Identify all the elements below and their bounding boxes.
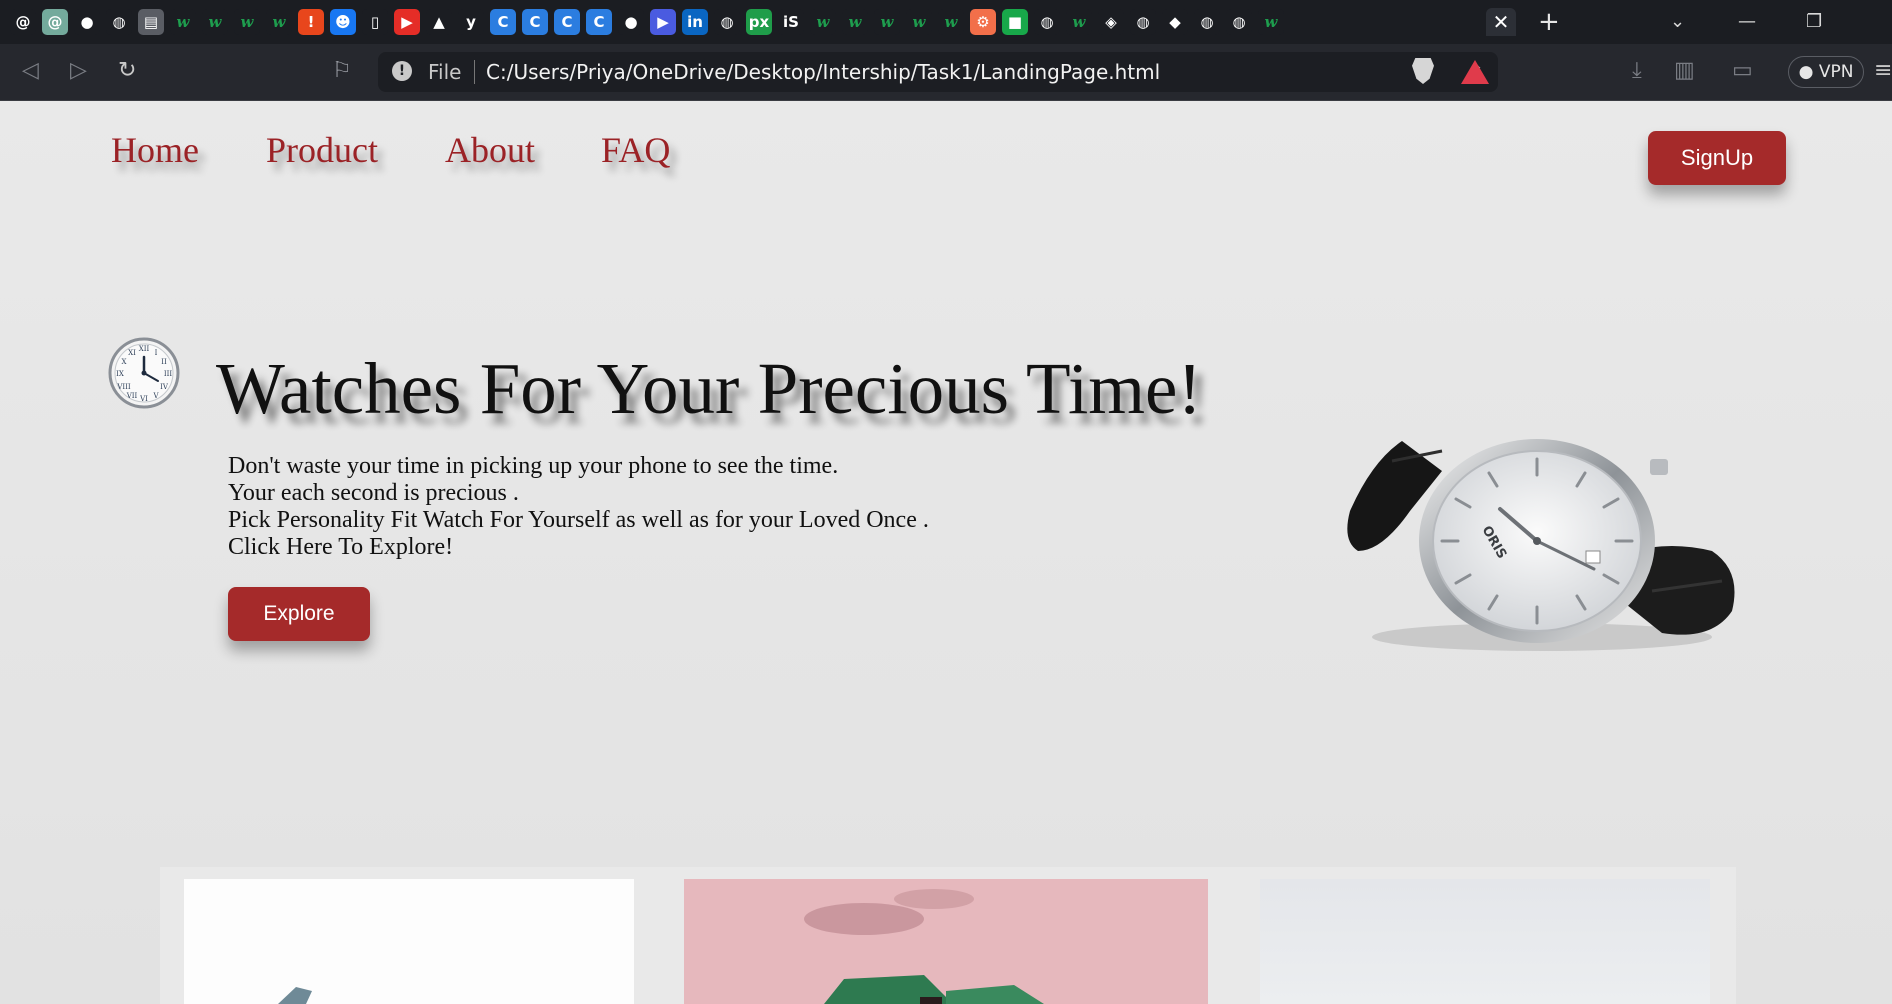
product-cards-row	[160, 867, 1736, 1004]
tab-search-chevron-icon[interactable]: ⌄	[1670, 8, 1685, 36]
download-icon[interactable]: ⤓	[1632, 58, 1642, 84]
canva-icon[interactable]: C	[490, 9, 516, 35]
address-url[interactable]: C:/Users/Priya/OneDrive/Desktop/Intershi…	[486, 60, 1160, 84]
w3schools-icon[interactable]: w	[170, 9, 196, 35]
yahoo-icon[interactable]: y	[458, 9, 484, 35]
is-icon[interactable]: iS	[778, 9, 804, 35]
w3schools-icon[interactable]: w	[1258, 9, 1284, 35]
nav-link-about[interactable]: About	[445, 129, 535, 171]
svg-text:III: III	[164, 370, 173, 378]
svg-text:X: X	[122, 358, 127, 366]
product-image-2	[804, 889, 1044, 1004]
youtube-icon[interactable]: ▶	[394, 9, 420, 35]
svg-text:II: II	[161, 358, 167, 366]
svg-text:XII: XII	[139, 345, 150, 353]
brave-rewards-icon[interactable]	[1461, 60, 1489, 84]
svg-text:VI: VI	[139, 395, 148, 403]
hero-text-line-4: Click Here To Explore!	[228, 534, 454, 560]
w3schools-icon[interactable]: w	[938, 9, 964, 35]
hero-text-line-1: Don't waste your time in picking up your…	[228, 453, 839, 479]
nav-link-faq[interactable]: FAQ	[601, 129, 670, 171]
new-tab-button[interactable]: +	[1538, 8, 1560, 36]
product-image-1	[278, 987, 312, 1004]
restore-icon[interactable]: ❐	[1806, 8, 1822, 36]
product-card-3[interactable]	[1260, 879, 1710, 1004]
linkedin-icon[interactable]: in	[682, 9, 708, 35]
clock-icon: XII III VI IX III IVV VIIVIII XXI	[108, 337, 180, 409]
svg-text:IX: IX	[116, 370, 124, 378]
w3schools-icon[interactable]: w	[874, 9, 900, 35]
minimize-icon[interactable]: —	[1738, 8, 1756, 36]
docs-icon[interactable]: ▯	[362, 9, 388, 35]
globe-icon[interactable]: ◍	[1034, 9, 1060, 35]
hero-text-line-3: Pick Personality Fit Watch For Yourself …	[228, 507, 929, 533]
signup-button[interactable]: SignUp	[1648, 131, 1786, 185]
w3schools-icon[interactable]: w	[234, 9, 260, 35]
canva-icon[interactable]: C	[522, 9, 548, 35]
wristwatch-image: ORIS	[1347, 439, 1735, 651]
video-icon[interactable]: ▶	[650, 9, 676, 35]
canva-icon[interactable]: C	[554, 9, 580, 35]
explore-button[interactable]: Explore	[228, 587, 370, 641]
wallet-icon[interactable]: ▭	[1732, 58, 1753, 84]
reload-icon[interactable]: ↻	[118, 58, 136, 84]
w3schools-icon[interactable]: w	[810, 9, 836, 35]
globe-icon[interactable]: ◍	[714, 9, 740, 35]
tab-favicon-list: @ @ ● ◍ ▤ w w w w! ☻ ▯ ▶ ▲ y C C C C ● ▶ in ◍ px iS w w w w w ⚙ ■ ◍ w ◈ ◍ ◆…	[10, 8, 1284, 36]
layers-icon[interactable]: ◈	[1098, 9, 1124, 35]
drive-icon[interactable]: ▲	[426, 9, 452, 35]
address-scheme: File	[428, 60, 462, 84]
close-tab-icon[interactable]: ✕	[1486, 8, 1516, 36]
globe-icon[interactable]: ◍	[106, 9, 132, 35]
svg-text:VIII: VIII	[116, 383, 131, 391]
page-icon[interactable]: ▤	[138, 9, 164, 35]
globe-icon[interactable]: ◍	[1226, 9, 1252, 35]
bookmark-icon[interactable]: ⚐	[332, 58, 352, 84]
green-app-icon[interactable]: ■	[1002, 9, 1028, 35]
sidebar-icon[interactable]: ▥	[1674, 58, 1695, 84]
github-icon[interactable]: ●	[618, 9, 644, 35]
hero-text-line-2: Your each second is precious .	[228, 480, 519, 506]
product-card-2[interactable]	[684, 879, 1208, 1004]
nav-link-product[interactable]: Product	[266, 129, 378, 171]
svg-text:VII: VII	[126, 392, 138, 400]
messenger-icon[interactable]: ☻	[330, 9, 356, 35]
alert-icon[interactable]: !	[298, 9, 324, 35]
openai-icon[interactable]: @	[10, 9, 36, 35]
browser-tabstrip: @ @ ● ◍ ▤ w w w w! ☻ ▯ ▶ ▲ y C C C C ● ▶ in ◍ px iS w w w w w ⚙ ■ ◍ w ◈ ◍ ◆…	[0, 0, 1892, 44]
back-icon[interactable]: ◁	[22, 58, 39, 84]
hero-title: Watches For Your Precious Time!	[216, 348, 1202, 429]
w3schools-icon[interactable]: w	[842, 9, 868, 35]
hubspot-icon[interactable]: ⚙	[970, 9, 996, 35]
canva-icon[interactable]: C	[586, 9, 612, 35]
w3schools-icon[interactable]: w	[1066, 9, 1092, 35]
github-icon[interactable]: ●	[74, 9, 100, 35]
diamond-icon[interactable]: ◆	[1162, 9, 1188, 35]
address-divider	[474, 60, 475, 84]
svg-text:I: I	[155, 349, 158, 357]
address-bar[interactable]: ! File C:/Users/Priya/OneDrive/Desktop/I…	[378, 52, 1498, 92]
menu-icon[interactable]: ≡	[1874, 58, 1892, 84]
site-info-icon[interactable]: !	[392, 61, 412, 81]
nav-link-home[interactable]: Home	[111, 129, 199, 171]
svg-text:V: V	[152, 392, 159, 400]
browser-toolbar: ◁ ▷ ↻ ⚐ ! File C:/Users/Priya/OneDrive/D…	[0, 44, 1892, 101]
landing-page: Home Product About FAQ SignUp XII III VI I…	[0, 101, 1892, 1004]
svg-text:XI: XI	[128, 349, 136, 357]
vpn-button[interactable]: ● VPN	[1788, 56, 1864, 88]
globe-icon[interactable]: ◍	[1194, 9, 1220, 35]
product-card-1[interactable]	[184, 879, 634, 1004]
forward-icon[interactable]: ▷	[70, 58, 87, 84]
w3schools-icon[interactable]: w	[266, 9, 292, 35]
w3schools-icon[interactable]: w	[202, 9, 228, 35]
globe-icon[interactable]: ◍	[1130, 9, 1156, 35]
svg-text:IV: IV	[160, 383, 169, 391]
px-icon[interactable]: px	[746, 9, 772, 35]
w3schools-icon[interactable]: w	[906, 9, 932, 35]
chatgpt-icon[interactable]: @	[42, 9, 68, 35]
